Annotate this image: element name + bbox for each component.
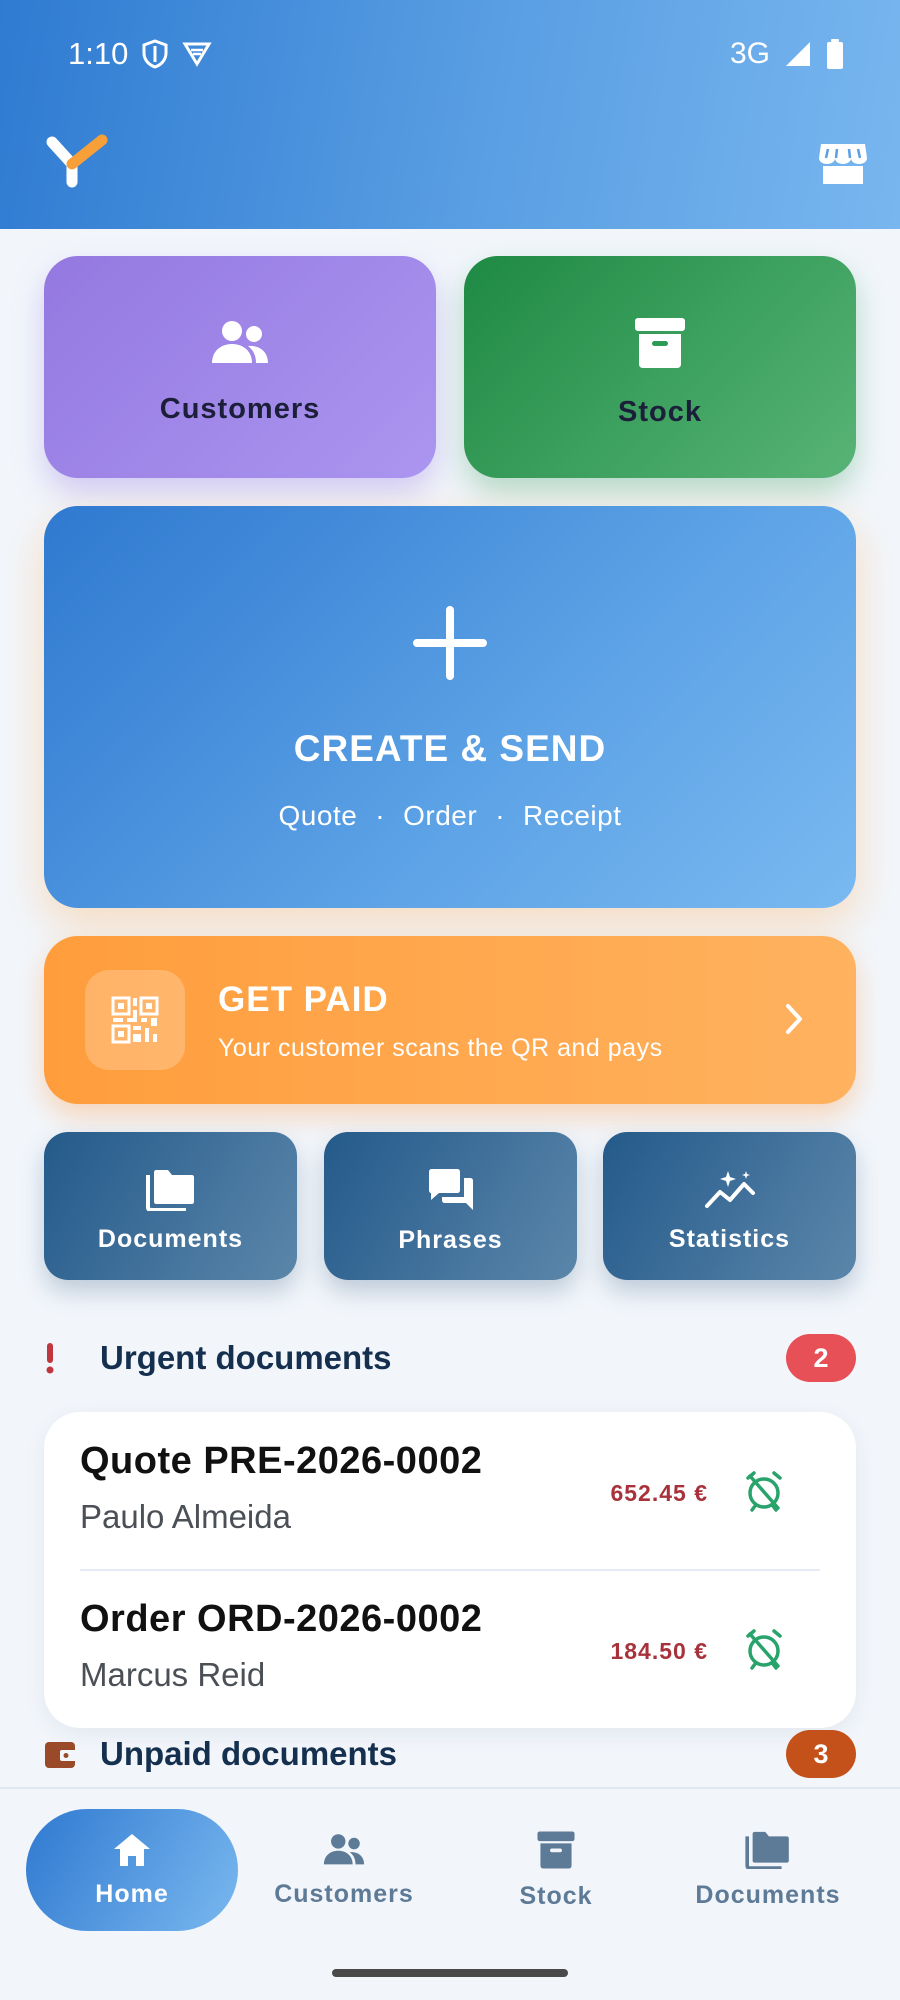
bottom-nav-home-label: Home [95,1879,169,1908]
exclamation-icon [46,1343,54,1374]
signal-icon [786,42,810,66]
bottom-nav-documents-label: Documents [695,1880,841,1909]
create-type-receipt: Receipt [523,800,622,831]
home-icon [114,1833,150,1866]
unpaid-count-badge: 3 [786,1730,856,1778]
sparkle-chart-icon [704,1170,755,1208]
stock-tile[interactable]: Stock [464,256,856,478]
type-separator: · [495,800,506,831]
document-title: Quote PRE-2026-0002 [80,1440,483,1482]
bottom-nav-stock[interactable]: Stock [450,1809,662,1931]
bottom-nav-home[interactable]: Home [26,1809,238,1931]
get-paid-card[interactable]: GET PAID Your customer scans the QR and … [44,936,856,1104]
documents-tile-label: Documents [97,1224,244,1253]
create-send-card[interactable]: CREATE & SEND Quote · Order · Receipt [44,506,856,908]
archive-box-icon [635,317,685,368]
urgent-documents-title: Urgent documents [100,1339,392,1376]
archive-box-icon [537,1830,575,1869]
battery-icon [827,39,843,69]
create-type-quote: Quote [278,800,358,831]
document-client: Paulo Almeida [80,1498,291,1535]
documents-tile[interactable]: Documents [44,1132,297,1280]
bottom-nav-stock-label: Stock [519,1881,593,1910]
users-icon [212,320,268,363]
alarm-off-icon[interactable] [744,1628,784,1670]
create-send-types: Quote · Order · Receipt [279,800,622,832]
get-paid-subtitle: Your customer scans the QR and pays [218,1034,663,1062]
customers-tile-label: Customers [159,392,321,425]
urgent-documents-header: Urgent documents 2 [44,1330,856,1386]
folder-icon [745,1831,789,1869]
phrases-tile[interactable]: Phrases [324,1132,577,1280]
list-item[interactable]: Quote PRE-2026-0002 Paulo Almeida 652.45… [44,1412,856,1571]
store-icon[interactable] [818,140,868,186]
vpn-icon [182,42,212,67]
statistics-tile[interactable]: Statistics [603,1132,856,1280]
chevron-right-icon [786,1004,802,1034]
plus-icon [413,606,487,680]
gesture-navigation-bar[interactable] [332,1969,568,1977]
get-paid-title: GET PAID [218,980,389,1019]
folder-icon [145,1169,194,1211]
unpaid-documents-header: Unpaid documents 3 [44,1726,856,1782]
document-amount: 652.45 € [610,1480,708,1506]
bottom-nav-customers-label: Customers [274,1879,414,1908]
app-logo-icon[interactable] [46,132,112,190]
network-type: 3G [729,37,770,70]
create-type-order: Order [403,800,478,831]
urgent-documents-list: Quote PRE-2026-0002 Paulo Almeida 652.45… [44,1412,856,1728]
create-send-title: CREATE & SEND [293,728,607,769]
alarm-off-icon[interactable] [744,1470,784,1512]
status-time: 1:10 [68,36,129,71]
stock-tile-label: Stock [618,395,702,428]
status-bar: 1:10 3G [68,30,844,78]
document-client: Marcus Reid [80,1656,266,1693]
wallet-icon [45,1742,77,1768]
statistics-tile-label: Statistics [668,1224,791,1253]
users-icon [323,1833,365,1864]
unpaid-documents-title: Unpaid documents [100,1735,398,1772]
phrases-tile-label: Phrases [398,1225,503,1254]
qr-code-icon [111,996,159,1044]
document-title: Order ORD-2026-0002 [80,1598,483,1640]
list-item[interactable]: Order ORD-2026-0002 Marcus Reid 184.50 € [44,1570,856,1728]
qr-code-icon-box [85,970,185,1070]
urgent-count-badge: 2 [786,1334,856,1382]
bottom-nav-customers[interactable]: Customers [238,1809,450,1931]
app-header: 1:10 3G [0,0,900,229]
customers-tile[interactable]: Customers [44,256,436,478]
type-separator: · [375,800,386,831]
shield-icon [142,39,168,69]
document-amount: 184.50 € [610,1638,708,1664]
chat-bubbles-icon [428,1168,473,1210]
bottom-nav-documents[interactable]: Documents [662,1809,874,1931]
